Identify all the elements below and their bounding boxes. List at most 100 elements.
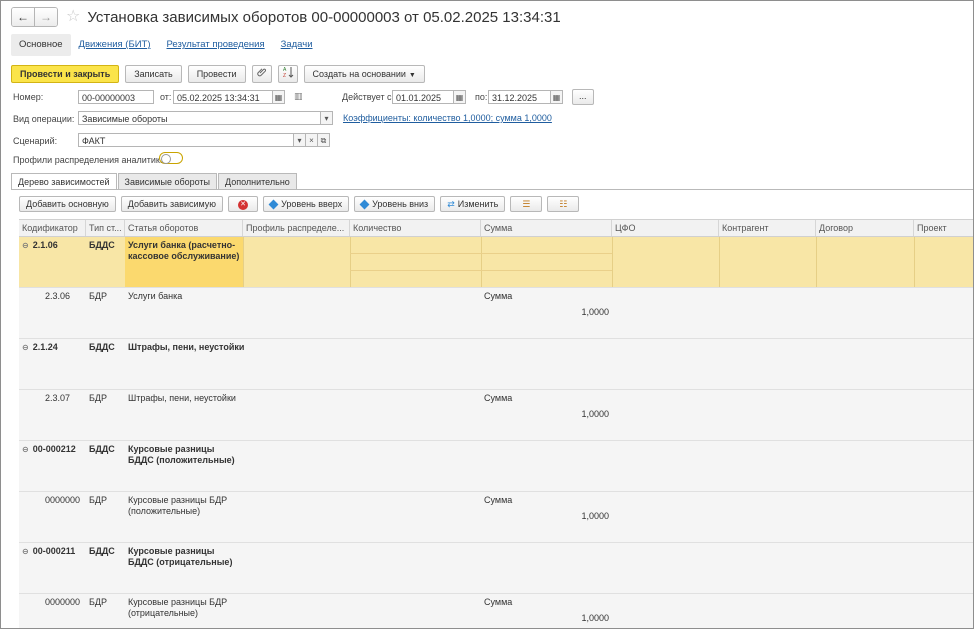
col-quantity[interactable]: Количество [350, 220, 481, 236]
date-label: от: [160, 92, 172, 102]
item-cell: Курсовые разницы БДДС (положительные) [128, 444, 235, 465]
scenario-label: Сценарий: [13, 136, 58, 146]
col-turnover-item[interactable]: Статья оборотов [125, 220, 243, 236]
calendar-icon: ▦ [455, 93, 464, 102]
expand-tree-button[interactable]: ☰ [510, 196, 543, 212]
table-row[interactable]: 2.3.07 БДР Штрафы, пени, неустойки Сумма… [19, 390, 973, 441]
period-select-button[interactable]: ... [572, 89, 594, 105]
sort-az-icon: AZ [283, 67, 293, 79]
scenario-open-button[interactable]: ⧉ [318, 133, 330, 147]
date-period-icon[interactable]: ▥ [294, 91, 303, 102]
valid-to-field[interactable]: 31.12.2025 [488, 90, 551, 104]
row-subline [350, 270, 612, 271]
scenario-field[interactable]: ФАКТ [78, 133, 294, 147]
post-button[interactable]: Провести [187, 65, 246, 83]
col-sum[interactable]: Сумма [481, 220, 612, 236]
codifier-cell: 0000000 [45, 597, 81, 607]
col-item-type[interactable]: Тип ст... [86, 220, 125, 236]
col-project[interactable]: Проект [914, 220, 973, 236]
item-cell: Услуги банка (расчетно-кассовое обслужив… [128, 240, 240, 261]
collapse-icon[interactable]: ⊖ [22, 547, 29, 556]
collapse-icon[interactable]: ⊖ [22, 241, 29, 250]
table-header: Кодификатор Тип ст... Статья оборотов Пр… [19, 220, 973, 237]
forward-button[interactable]: → [34, 8, 57, 26]
tab-additional[interactable]: Дополнительно [218, 173, 297, 190]
scenario-clear-button[interactable]: × [306, 133, 318, 147]
sum-label-cell: Сумма [484, 495, 513, 505]
close-icon: × [309, 136, 314, 145]
col-cfo[interactable]: ЦФО [612, 220, 719, 236]
sum-label-cell: Сумма [484, 291, 513, 301]
favorite-star-icon[interactable]: ☆ [66, 9, 80, 25]
sum-value-cell: 1,0000 [581, 307, 609, 317]
valid-from-field[interactable]: 01.01.2025 [392, 90, 454, 104]
codifier-value: 00-000211 [32, 546, 76, 556]
post-and-close-button[interactable]: Провести и закрыть [11, 65, 120, 83]
tab-tasks[interactable]: Задачи [273, 34, 321, 56]
sum-value-cell: 1,0000 [581, 409, 609, 419]
profiles-toggle[interactable] [159, 152, 183, 164]
item-cell: Курсовые разницы БДР (положительные) [128, 495, 228, 516]
delete-button[interactable]: ✕ [228, 196, 259, 212]
table-row[interactable]: 0000000 БДР Курсовые разницы БДР (отрица… [19, 594, 973, 628]
table-row[interactable]: ⊖ 00-000211 БДДС Курсовые разницы БДДС (о… [19, 543, 973, 594]
date-field[interactable]: 05.02.2025 13:34:31 [173, 90, 273, 104]
table-row[interactable]: ⊖ 2.1.06 БДДС Услуги банка (расчетно-касс… [19, 237, 973, 288]
col-distribution-profile[interactable]: Профиль распределе... [243, 220, 350, 236]
change-label: Изменить [457, 199, 499, 209]
add-main-button[interactable]: Добавить основную [19, 196, 116, 212]
table-row[interactable]: ⊖ 00-000212 БДДС Курсовые разницы БДДС (п… [19, 441, 973, 492]
add-dependent-button[interactable]: Добавить зависимую [120, 196, 224, 212]
collapse-icon[interactable]: ⊖ [22, 343, 29, 352]
valid-from-calendar-button[interactable]: ▦ [454, 90, 466, 104]
attach-button[interactable] [251, 65, 272, 83]
tab-main[interactable]: Основное [11, 34, 71, 56]
create-based-on-button[interactable]: Создать на основании ▼ [303, 65, 425, 83]
item-cell: Штрафы, пени, неустойки [128, 342, 245, 352]
codifier-cell: ⊖ 2.1.24 [19, 339, 86, 353]
section-tabs: Основное Движения (БИТ) Результат провед… [11, 34, 321, 56]
change-button[interactable]: ⇄ Изменить [440, 196, 506, 212]
table-row[interactable]: 2.3.06 БДР Услуги банка Сумма 1,0000 [19, 288, 973, 339]
save-button[interactable]: Записать [125, 65, 182, 83]
calendar-button[interactable]: ▦ [273, 90, 285, 104]
col-contract[interactable]: Договор [816, 220, 914, 236]
item-cell: Штрафы, пени, неустойки [128, 393, 236, 403]
operation-dropdown-button[interactable]: ▾ [321, 111, 333, 125]
sum-value-cell: 1,0000 [581, 511, 609, 521]
type-cell: БДДС [89, 546, 115, 556]
tab-divider [11, 189, 973, 190]
level-up-button[interactable]: Уровень вверх [263, 196, 350, 212]
level-up-icon [268, 199, 279, 210]
profiles-label: Профили распределения аналитик: [13, 155, 163, 165]
tab-posting-result[interactable]: Результат проведения [159, 34, 273, 56]
type-cell: БДДС [89, 342, 115, 352]
type-cell: БДР [89, 393, 108, 403]
scenario-dropdown-button[interactable]: ▾ [294, 133, 306, 147]
table-row[interactable]: ⊖ 2.1.24 БДДС Штрафы, пени, неустойки [19, 339, 973, 390]
codifier-value: 00-000212 [32, 444, 76, 454]
sum-label-cell: Сумма [484, 597, 513, 607]
sum-label-cell: Сумма [484, 393, 513, 403]
col-codifier[interactable]: Кодификатор [19, 220, 86, 236]
col-divider [481, 237, 482, 287]
col-divider [914, 237, 915, 287]
tab-dependency-tree[interactable]: Дерево зависимостей [11, 173, 117, 190]
back-button[interactable]: ← [12, 8, 34, 26]
level-down-icon [359, 199, 370, 210]
number-field[interactable]: 00-00000003 [78, 90, 154, 104]
col-counterparty[interactable]: Контрагент [719, 220, 816, 236]
table-row[interactable]: 0000000 БДР Курсовые разницы БДР (положи… [19, 492, 973, 543]
level-down-button[interactable]: Уровень вниз [354, 196, 436, 212]
tree-expand-icon: ☰ [522, 199, 531, 209]
sort-button[interactable]: AZ [277, 65, 298, 83]
collapse-icon[interactable]: ⊖ [22, 445, 29, 454]
valid-to-calendar-button[interactable]: ▦ [551, 90, 563, 104]
operation-field[interactable]: Зависимые обороты [78, 111, 321, 125]
collapse-tree-button[interactable]: ☷ [547, 196, 580, 212]
tab-movements[interactable]: Движения (БИТ) [71, 34, 159, 56]
coefficients-link[interactable]: Коэффициенты: количество 1,0000; сумма 1… [343, 113, 552, 123]
arrow-right-icon: → [40, 10, 52, 24]
col-divider [719, 237, 720, 287]
tab-dependent-turnovers[interactable]: Зависимые обороты [117, 173, 218, 190]
